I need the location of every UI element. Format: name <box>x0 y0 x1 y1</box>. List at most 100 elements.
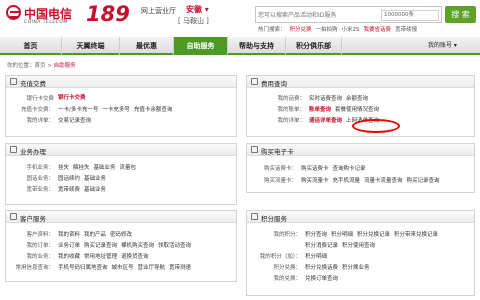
business-panel: 业务办理 手机业务： 挂失 解挂失 基础业务 流量包 固话业务： 固话续约 基础业务 宽带业… <box>5 143 237 205</box>
link[interactable]: 积分使用查询 <box>342 243 375 249</box>
link[interactable]: 我的收藏 <box>58 254 80 260</box>
link[interactable]: 流量卡流量查询 <box>364 178 403 184</box>
link[interactable]: 查询购卡记录 <box>333 166 366 172</box>
link[interactable]: 购买话费卡 <box>301 166 329 172</box>
link[interactable]: 交易记录查询 <box>58 118 91 124</box>
china-telecom-logo-icon[interactable] <box>6 5 21 20</box>
city-label[interactable]: [ 马鞍山 ] <box>178 16 209 26</box>
gift-icon <box>251 213 258 220</box>
link[interactable]: 充值卡余额查询 <box>134 107 173 113</box>
row-label: 我的详单： <box>26 118 54 124</box>
row-label: 手机业务： <box>26 165 54 171</box>
link[interactable]: 宽带测速 <box>169 265 191 271</box>
panel-header: 业务办理 <box>6 144 236 156</box>
panel-row: 我的详单： 交易记录查询 <box>6 117 91 125</box>
link[interactable]: 积分兑换记录 <box>357 232 390 238</box>
row-label: 我的兑换： <box>273 276 301 282</box>
panel-header: 客户服务 <box>6 211 236 223</box>
link[interactable]: 基础业务 <box>84 176 106 182</box>
189-logo[interactable]: 189 <box>86 2 130 26</box>
nav-self-service[interactable]: 自助服务 <box>174 37 228 55</box>
link[interactable]: 宽带续费 <box>58 187 80 193</box>
link[interactable]: 通话详单查询 <box>309 118 342 124</box>
link[interactable]: 城市区号 <box>112 265 134 271</box>
nav-home[interactable]: 首页 <box>0 37 62 55</box>
link[interactable]: 实时话费查询 <box>309 96 342 102</box>
panel-row: 宽带业务： 宽带续费 基础业务 <box>6 186 106 194</box>
row-label: 常用信息查询： <box>15 265 54 271</box>
link[interactable]: 账单查询 <box>309 107 331 113</box>
link[interactable]: 积分兑换话费 <box>305 265 338 271</box>
row-label: 固话业务： <box>26 176 54 182</box>
row-label: 我的业务： <box>26 254 54 260</box>
link[interactable]: 积分带来兑换记录 <box>394 232 438 238</box>
panel-row: 我的积分（加）： 积分明细 <box>247 253 327 261</box>
link[interactable]: 兑换订单查询 <box>305 276 338 282</box>
link[interactable]: 套餐使用情况查询 <box>335 107 379 113</box>
panel-title: 积分服务 <box>261 215 287 223</box>
search-scope-select[interactable]: 1000000条 <box>381 10 439 21</box>
link[interactable]: 挂失 <box>58 165 69 171</box>
search-doc-icon <box>251 78 258 85</box>
hot-search-link[interactable]: 积分兑换 <box>290 27 312 33</box>
panel-title: 客户服务 <box>20 215 46 223</box>
province-selector[interactable]: 安徽 ▾ <box>186 4 209 15</box>
link[interactable]: 积分明细 <box>331 232 353 238</box>
link[interactable]: 业务订单 <box>58 243 80 249</box>
hot-search-link[interactable]: 我要省话费 <box>364 27 392 33</box>
link[interactable]: 流量包 <box>120 165 137 171</box>
province-label: 安徽 <box>186 5 202 14</box>
hot-search-link[interactable]: 一拍拍购 <box>316 27 338 33</box>
panel-row: 购买流量卡： 购买流量卡 充手机流量 流量卡流量查询 购买记录查询 <box>247 177 440 185</box>
breadcrumb-home[interactable]: 你的位置：首页 <box>7 63 46 69</box>
link[interactable]: 购买流量卡 <box>301 178 329 184</box>
coin-icon <box>10 78 17 85</box>
points-panel: 积分服务 我的积分： 积分查询 积分明细 积分兑换记录 积分带来兑换记录 积分消费记录积… <box>246 210 475 296</box>
row-label: 我的积分（加）： <box>259 254 301 260</box>
link[interactable]: 积分查询 <box>305 232 327 238</box>
hot-search-link[interactable]: 宽带续报 <box>395 27 417 33</box>
link[interactable]: 积分换业务 <box>342 265 370 271</box>
link[interactable]: 营业厅导航 <box>138 265 166 271</box>
link[interactable]: 购买记录查询 <box>407 178 440 184</box>
row-label: 银行卡交费 <box>26 96 54 102</box>
chevron-down-icon: ▾ <box>204 5 209 14</box>
link[interactable]: 积分消费记录 <box>305 243 338 249</box>
link[interactable]: 领取活动查询 <box>158 243 191 249</box>
panel-row: 积分消费记录 积分使用查询 <box>247 242 375 250</box>
user-icon <box>10 213 17 220</box>
link[interactable]: 密码修改 <box>110 232 132 238</box>
nav-help[interactable]: 帮助与支持 <box>228 37 286 55</box>
link[interactable]: 一卡/多卡充一号 <box>58 107 98 113</box>
search-button[interactable]: 搜 索 <box>445 6 476 23</box>
link[interactable]: 固话续约 <box>58 176 80 182</box>
brand-name-en: CHINA TELECOM <box>24 20 68 25</box>
link[interactable]: 退换货查询 <box>121 254 149 260</box>
nav-offers[interactable]: 最优惠 <box>120 37 174 55</box>
search-box: 1000000条 <box>255 6 442 23</box>
nav-points-club[interactable]: 积分俱乐部 <box>286 37 342 55</box>
link[interactable]: 基础业务 <box>94 165 116 171</box>
search-input[interactable] <box>258 10 378 21</box>
panel-row: 我的话费： 实时话费查询 余额查询 <box>247 95 368 103</box>
highlight-circle-annotation <box>352 119 400 133</box>
link[interactable]: 裸机购买查询 <box>121 243 154 249</box>
link[interactable]: 一卡充多号 <box>102 107 130 113</box>
hot-search-link[interactable]: 小米2S <box>342 27 360 33</box>
link[interactable]: 积分明细 <box>305 254 327 260</box>
link[interactable]: 充手机流量 <box>333 178 361 184</box>
bank-card-pay-link[interactable]: 银行卡交费 <box>58 94 86 102</box>
link[interactable]: 我的产品 <box>84 232 106 238</box>
link[interactable]: 常用地址管理 <box>84 254 117 260</box>
link[interactable]: 基础业务 <box>84 187 106 193</box>
link[interactable]: 手机号码归属地查询 <box>58 265 108 271</box>
link[interactable]: 余额查询 <box>346 96 368 102</box>
link[interactable]: 解挂失 <box>73 165 90 171</box>
link[interactable]: 购买记录查询 <box>84 243 117 249</box>
main-nav: 首页 天翼终端 最优惠 自助服务 帮助与支持 积分俱乐部 我的账号 ▾ <box>0 37 480 55</box>
link[interactable]: 我的资料 <box>58 232 80 238</box>
document-icon <box>10 146 17 153</box>
breadcrumb-separator: > <box>45 63 54 69</box>
my-account-menu[interactable]: 我的账号 ▾ <box>428 37 457 55</box>
nav-terminals[interactable]: 天翼终端 <box>62 37 120 55</box>
